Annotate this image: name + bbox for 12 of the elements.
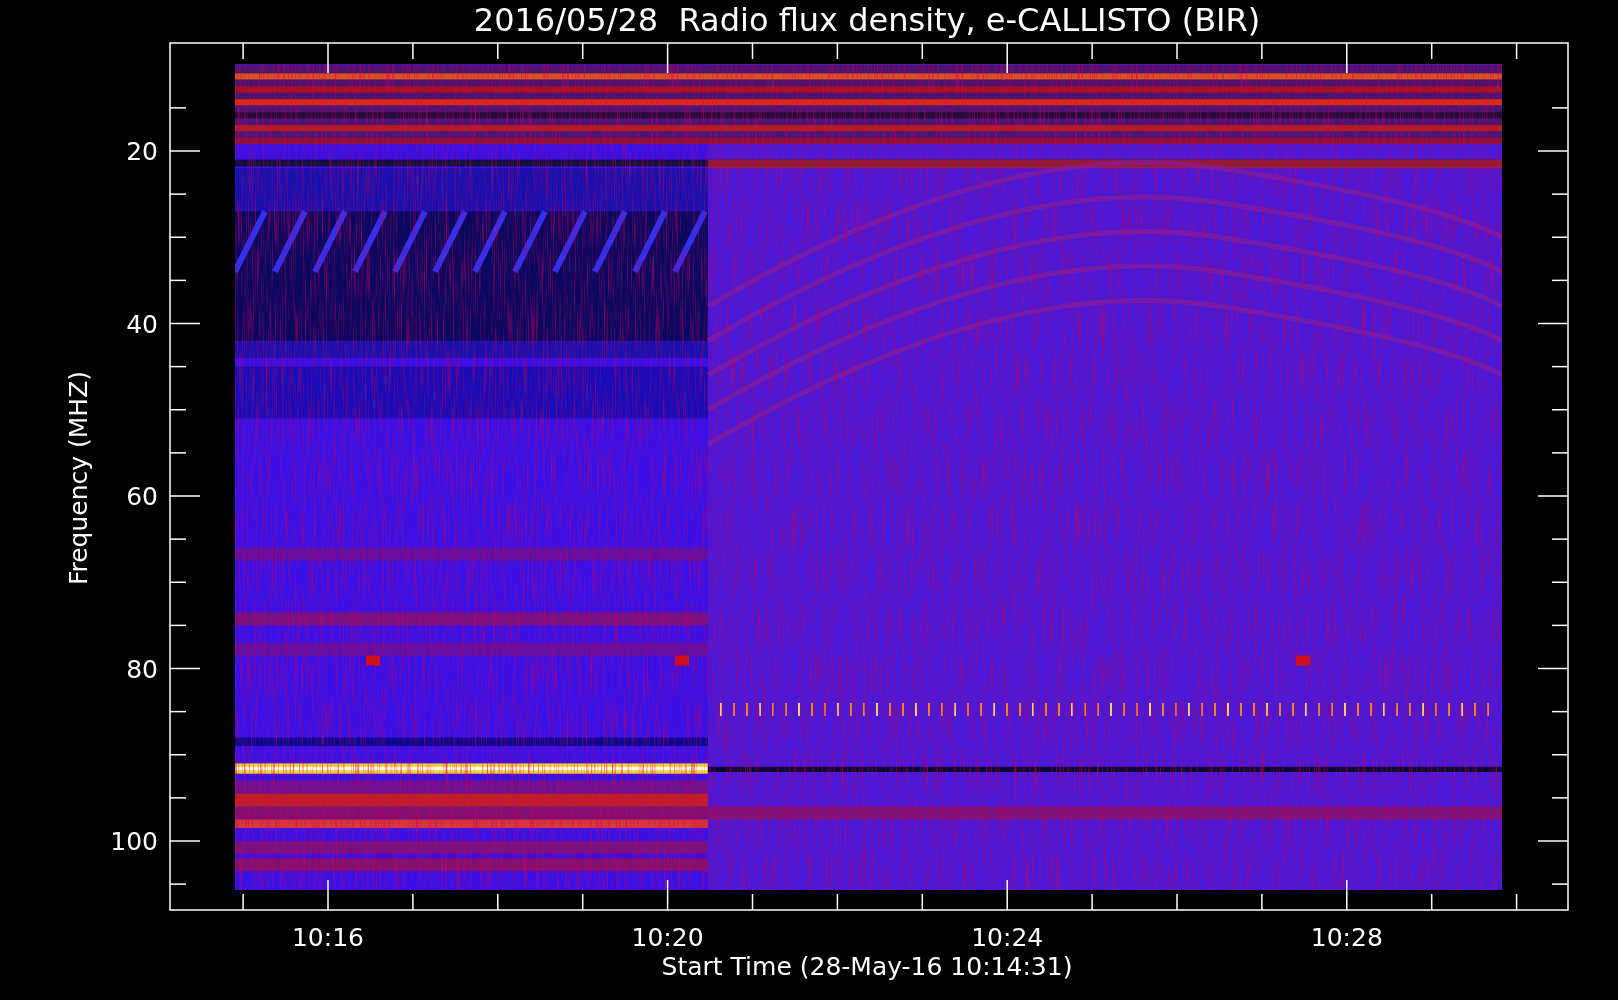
x-tick-label: 10:28 (1310, 923, 1383, 952)
y-tick-label: 40 (126, 309, 158, 339)
y-tick-label: 80 (126, 654, 158, 684)
y-tick-label: 20 (126, 137, 158, 166)
x-tick-label: 10:16 (292, 923, 364, 952)
y-axis-label: Frequency (MHZ) (64, 370, 93, 586)
x-axis-label: Start Time (28-May-16 10:14:31) (661, 952, 1073, 981)
y-tick-label: 100 (110, 827, 158, 856)
chart-title: 2016/05/28 Radio flux density, e-CALLISTO (BIR) (473, 1, 1261, 39)
x-tick-label: 10:24 (971, 923, 1044, 952)
y-tick-label: 60 (126, 482, 158, 511)
x-tick-label: 10:20 (631, 923, 704, 952)
